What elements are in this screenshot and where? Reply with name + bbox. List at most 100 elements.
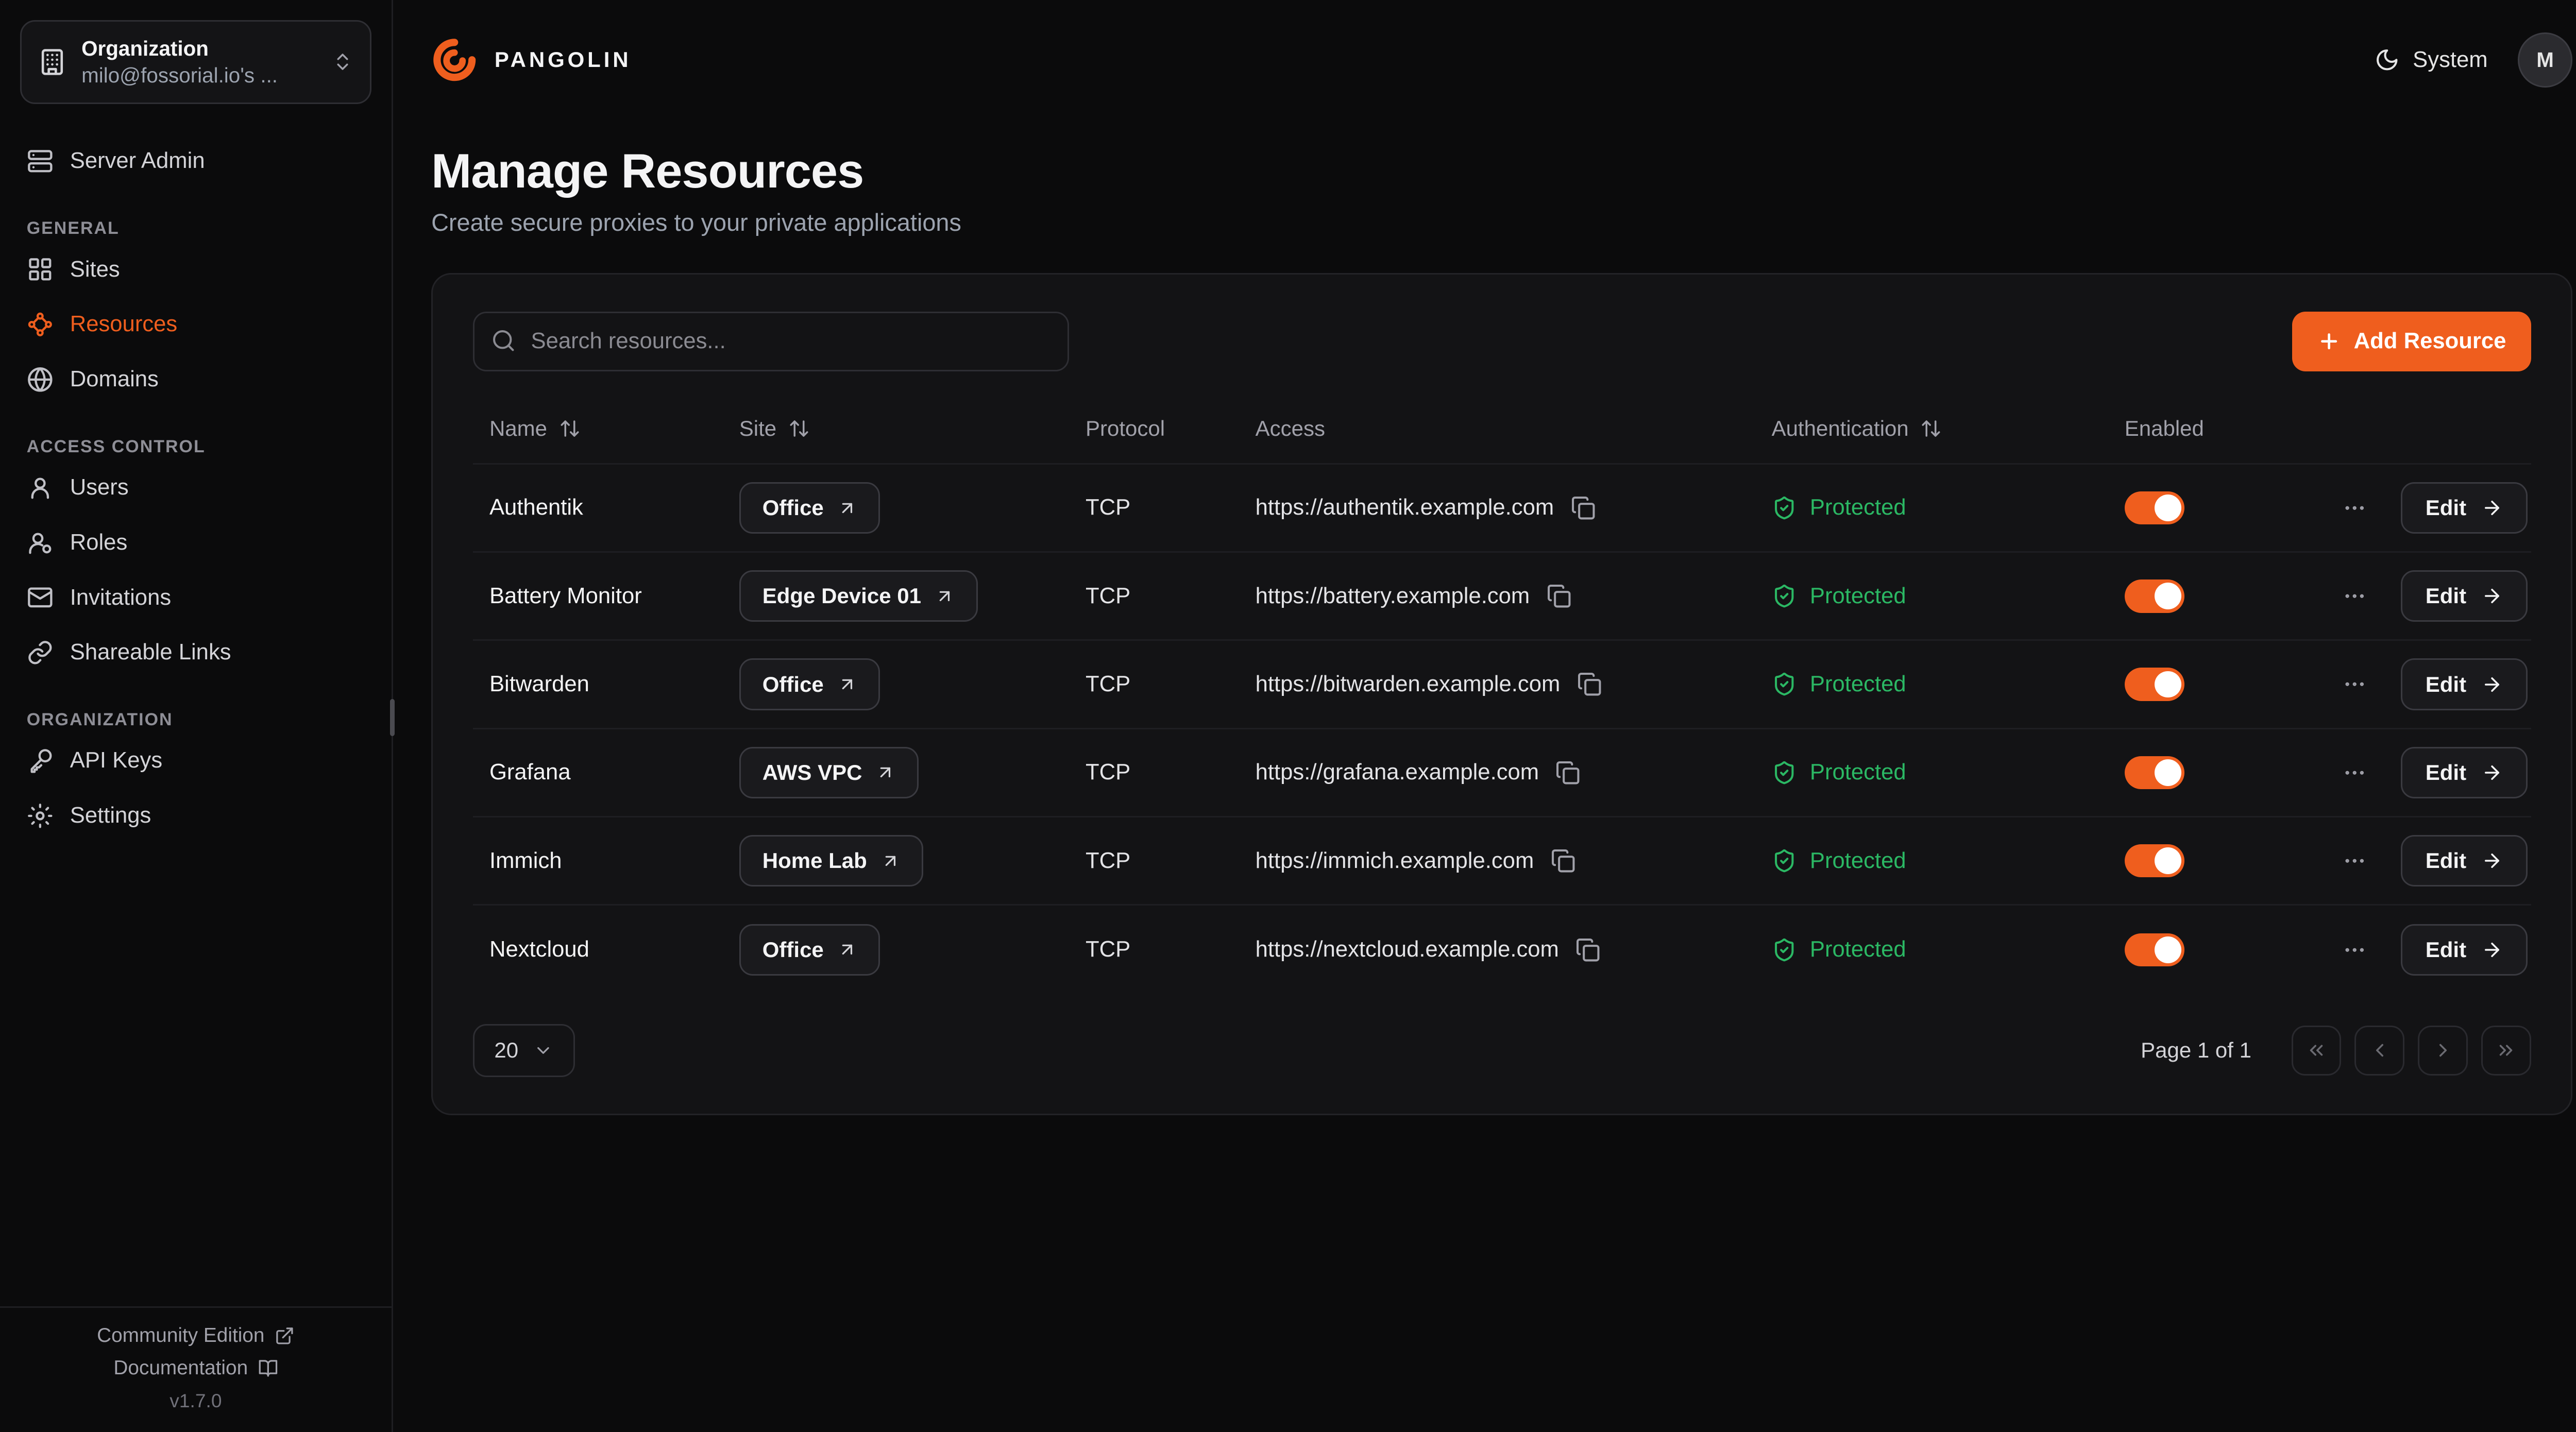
enabled-toggle[interactable]	[2125, 844, 2184, 878]
edit-label: Edit	[2426, 672, 2466, 697]
sidebar-item-api-keys[interactable]: API Keys	[0, 734, 392, 789]
ellipsis-icon	[2342, 496, 2367, 520]
edit-button[interactable]: Edit	[2401, 482, 2528, 534]
column-header-access: Access	[1239, 416, 1755, 441]
edit-button[interactable]: Edit	[2401, 924, 2528, 976]
protocol-value: TCP	[1069, 495, 1239, 520]
resource-name: Nextcloud	[473, 937, 723, 962]
copy-icon	[1571, 496, 1596, 520]
row-menu-button[interactable]	[2342, 584, 2367, 608]
org-switcher[interactable]: Organization milo@fossorial.io's ...	[20, 20, 371, 104]
actions-cell: Edit	[2291, 835, 2531, 887]
sidebar-resize-handle[interactable]	[390, 699, 395, 736]
next-page-button[interactable]	[2418, 1026, 2468, 1076]
column-header-name[interactable]: Name	[473, 416, 723, 441]
site-name: Home Lab	[762, 848, 867, 873]
shield-check-icon	[1772, 760, 1797, 785]
external-link-icon	[275, 1326, 295, 1346]
row-menu-button[interactable]	[2342, 496, 2367, 520]
sidebar-item-roles[interactable]: Roles	[0, 515, 392, 570]
app-version: v1.7.0	[170, 1390, 222, 1412]
enabled-toggle[interactable]	[2125, 491, 2184, 525]
sidebar-item-domains[interactable]: Domains	[0, 352, 392, 407]
resource-name: Battery Monitor	[473, 584, 723, 609]
edit-button[interactable]: Edit	[2401, 570, 2528, 622]
toggle-knob	[2155, 759, 2181, 786]
copy-url-button[interactable]	[1547, 584, 1571, 608]
chevron-down-icon	[533, 1041, 553, 1061]
protocol-value: TCP	[1069, 937, 1239, 962]
row-menu-button[interactable]	[2342, 672, 2367, 696]
enabled-cell	[2108, 668, 2291, 701]
arrow-right-icon	[2481, 497, 2503, 519]
sidebar-item-server-admin[interactable]: Server Admin	[0, 134, 392, 189]
sidebar-item-invitations[interactable]: Invitations	[0, 570, 392, 625]
avatar-initial: M	[2536, 48, 2554, 72]
enabled-toggle[interactable]	[2125, 756, 2184, 790]
site-link-button[interactable]: Office	[739, 924, 880, 976]
column-header-authentication[interactable]: Authentication	[1755, 416, 2108, 441]
sidebar-item-resources[interactable]: Resources	[0, 297, 392, 352]
shield-check-icon	[1772, 937, 1797, 962]
copy-url-button[interactable]	[1555, 760, 1580, 785]
copy-url-button[interactable]	[1551, 848, 1575, 873]
topbar-right: System M	[2375, 32, 2573, 88]
copy-url-button[interactable]	[1575, 937, 1600, 962]
avatar[interactable]: M	[2518, 32, 2573, 88]
auth-cell: Protected	[1755, 584, 2108, 609]
auth-status: Protected	[1810, 584, 1906, 609]
row-menu-button[interactable]	[2342, 937, 2367, 962]
globe-icon	[27, 366, 54, 393]
column-header-enabled: Enabled	[2108, 416, 2291, 441]
copy-icon	[1547, 584, 1571, 608]
first-page-button[interactable]	[2292, 1026, 2342, 1076]
prev-page-button[interactable]	[2354, 1026, 2404, 1076]
row-menu-button[interactable]	[2342, 848, 2367, 873]
table-row: Grafana AWS VPC TCP https://grafana.exam…	[473, 729, 2531, 817]
table-row: Battery Monitor Edge Device 01 TCP https…	[473, 553, 2531, 641]
documentation-link[interactable]: Documentation	[113, 1357, 278, 1379]
edit-button[interactable]: Edit	[2401, 658, 2528, 710]
add-resource-button[interactable]: Add Resource	[2292, 312, 2531, 371]
enabled-toggle[interactable]	[2125, 933, 2184, 967]
user-icon	[27, 474, 54, 501]
site-name: Edge Device 01	[762, 584, 921, 608]
site-link-button[interactable]: Home Lab	[739, 835, 924, 887]
auth-status: Protected	[1810, 495, 1906, 520]
row-menu-button[interactable]	[2342, 760, 2367, 785]
table-row: Authentik Office TCP https://authentik.e…	[473, 465, 2531, 553]
last-page-button[interactable]	[2481, 1026, 2531, 1076]
community-edition-link[interactable]: Community Edition	[97, 1324, 295, 1347]
shield-check-icon	[1772, 672, 1797, 696]
sidebar-item-label: Sites	[70, 257, 120, 282]
auth-status: Protected	[1810, 672, 1906, 697]
chevron-left-icon	[2369, 1039, 2391, 1061]
sidebar-item-settings[interactable]: Settings	[0, 788, 392, 843]
column-header-site[interactable]: Site	[722, 416, 1069, 441]
site-link-button[interactable]: Office	[739, 482, 880, 534]
sidebar-item-users[interactable]: Users	[0, 460, 392, 515]
copy-url-button[interactable]	[1571, 496, 1596, 520]
community-edition-label: Community Edition	[97, 1324, 264, 1347]
enabled-toggle[interactable]	[2125, 668, 2184, 701]
copy-url-button[interactable]	[1577, 672, 1602, 696]
chevrons-up-down-icon	[332, 51, 353, 73]
sort-icon	[788, 418, 810, 439]
site-link-button[interactable]: Office	[739, 658, 880, 710]
site-cell: Office	[722, 924, 1069, 976]
protocol-value: TCP	[1069, 760, 1239, 785]
edit-button[interactable]: Edit	[2401, 835, 2528, 887]
site-cell: AWS VPC	[722, 747, 1069, 798]
search-input[interactable]	[473, 312, 1069, 371]
page-size-select[interactable]: 20	[473, 1024, 575, 1077]
edit-button[interactable]: Edit	[2401, 747, 2528, 798]
enabled-toggle[interactable]	[2125, 579, 2184, 613]
sidebar-item-shareable-links[interactable]: Shareable Links	[0, 625, 392, 680]
edit-label: Edit	[2426, 760, 2466, 785]
sidebar-item-sites[interactable]: Sites	[0, 242, 392, 297]
site-link-button[interactable]: AWS VPC	[739, 747, 919, 798]
theme-toggle[interactable]: System	[2375, 47, 2488, 73]
site-link-button[interactable]: Edge Device 01	[739, 570, 978, 622]
ellipsis-icon	[2342, 584, 2367, 608]
column-label: Protocol	[1086, 416, 1165, 441]
